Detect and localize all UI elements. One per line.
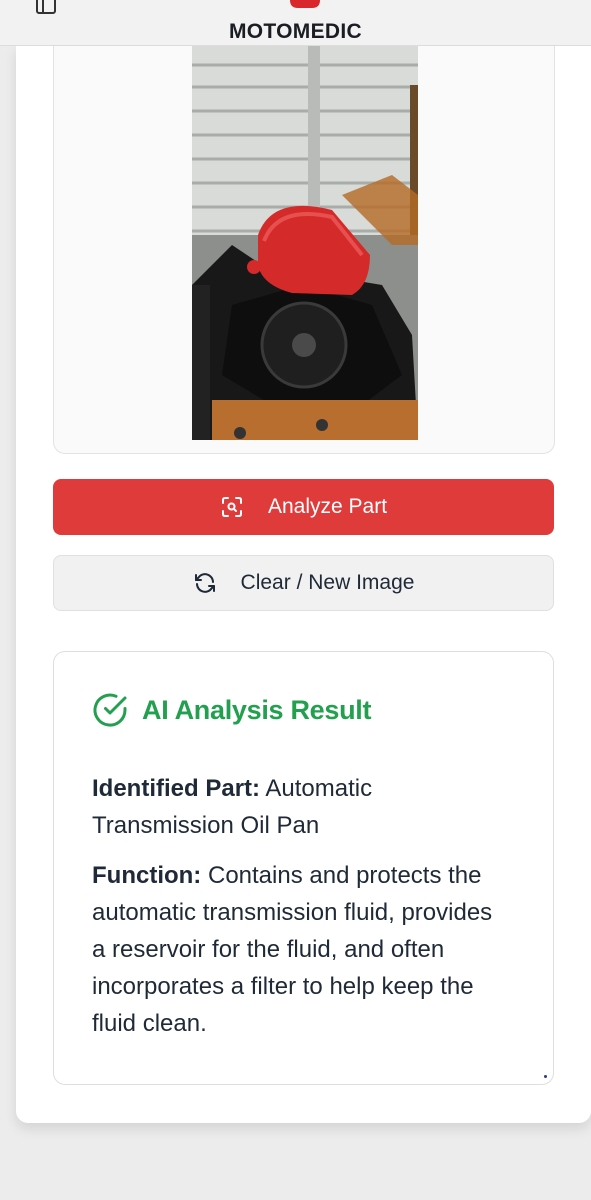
identified-part-row: Identified Part: Automatic Transmission … xyxy=(92,770,502,844)
result-body: Identified Part: Automatic Transmission … xyxy=(92,770,502,1055)
app-header: MOTOMEDIC xyxy=(0,0,591,46)
function-label: Function: xyxy=(92,862,202,889)
refresh-icon xyxy=(194,573,215,593)
brand-name: MOTOMEDIC xyxy=(229,20,362,43)
sidebar-panel-icon[interactable] xyxy=(34,0,58,16)
main-card: Analyze Part Clear / New Image AI Analys… xyxy=(16,45,591,1123)
analyze-part-button[interactable]: Analyze Part xyxy=(53,479,554,535)
scan-search-icon xyxy=(221,497,242,517)
function-row: Function: Contains and protects the auto… xyxy=(92,857,502,1042)
analysis-result-card: AI Analysis Result Identified Part: Auto… xyxy=(53,651,554,1085)
check-circle-icon xyxy=(93,693,127,727)
result-header: AI Analysis Result xyxy=(92,692,371,728)
corner-dot xyxy=(544,1075,547,1078)
analyze-part-label: Analyze Part xyxy=(267,495,388,518)
clear-new-image-label: Clear / New Image xyxy=(240,571,415,594)
identified-part-label: Identified Part: xyxy=(92,775,261,802)
part-photo xyxy=(192,45,418,440)
clear-new-image-button[interactable]: Clear / New Image xyxy=(53,555,554,611)
motomedic-cross-logo xyxy=(290,0,320,8)
image-preview xyxy=(53,45,555,454)
result-title: AI Analysis Result xyxy=(142,694,372,725)
